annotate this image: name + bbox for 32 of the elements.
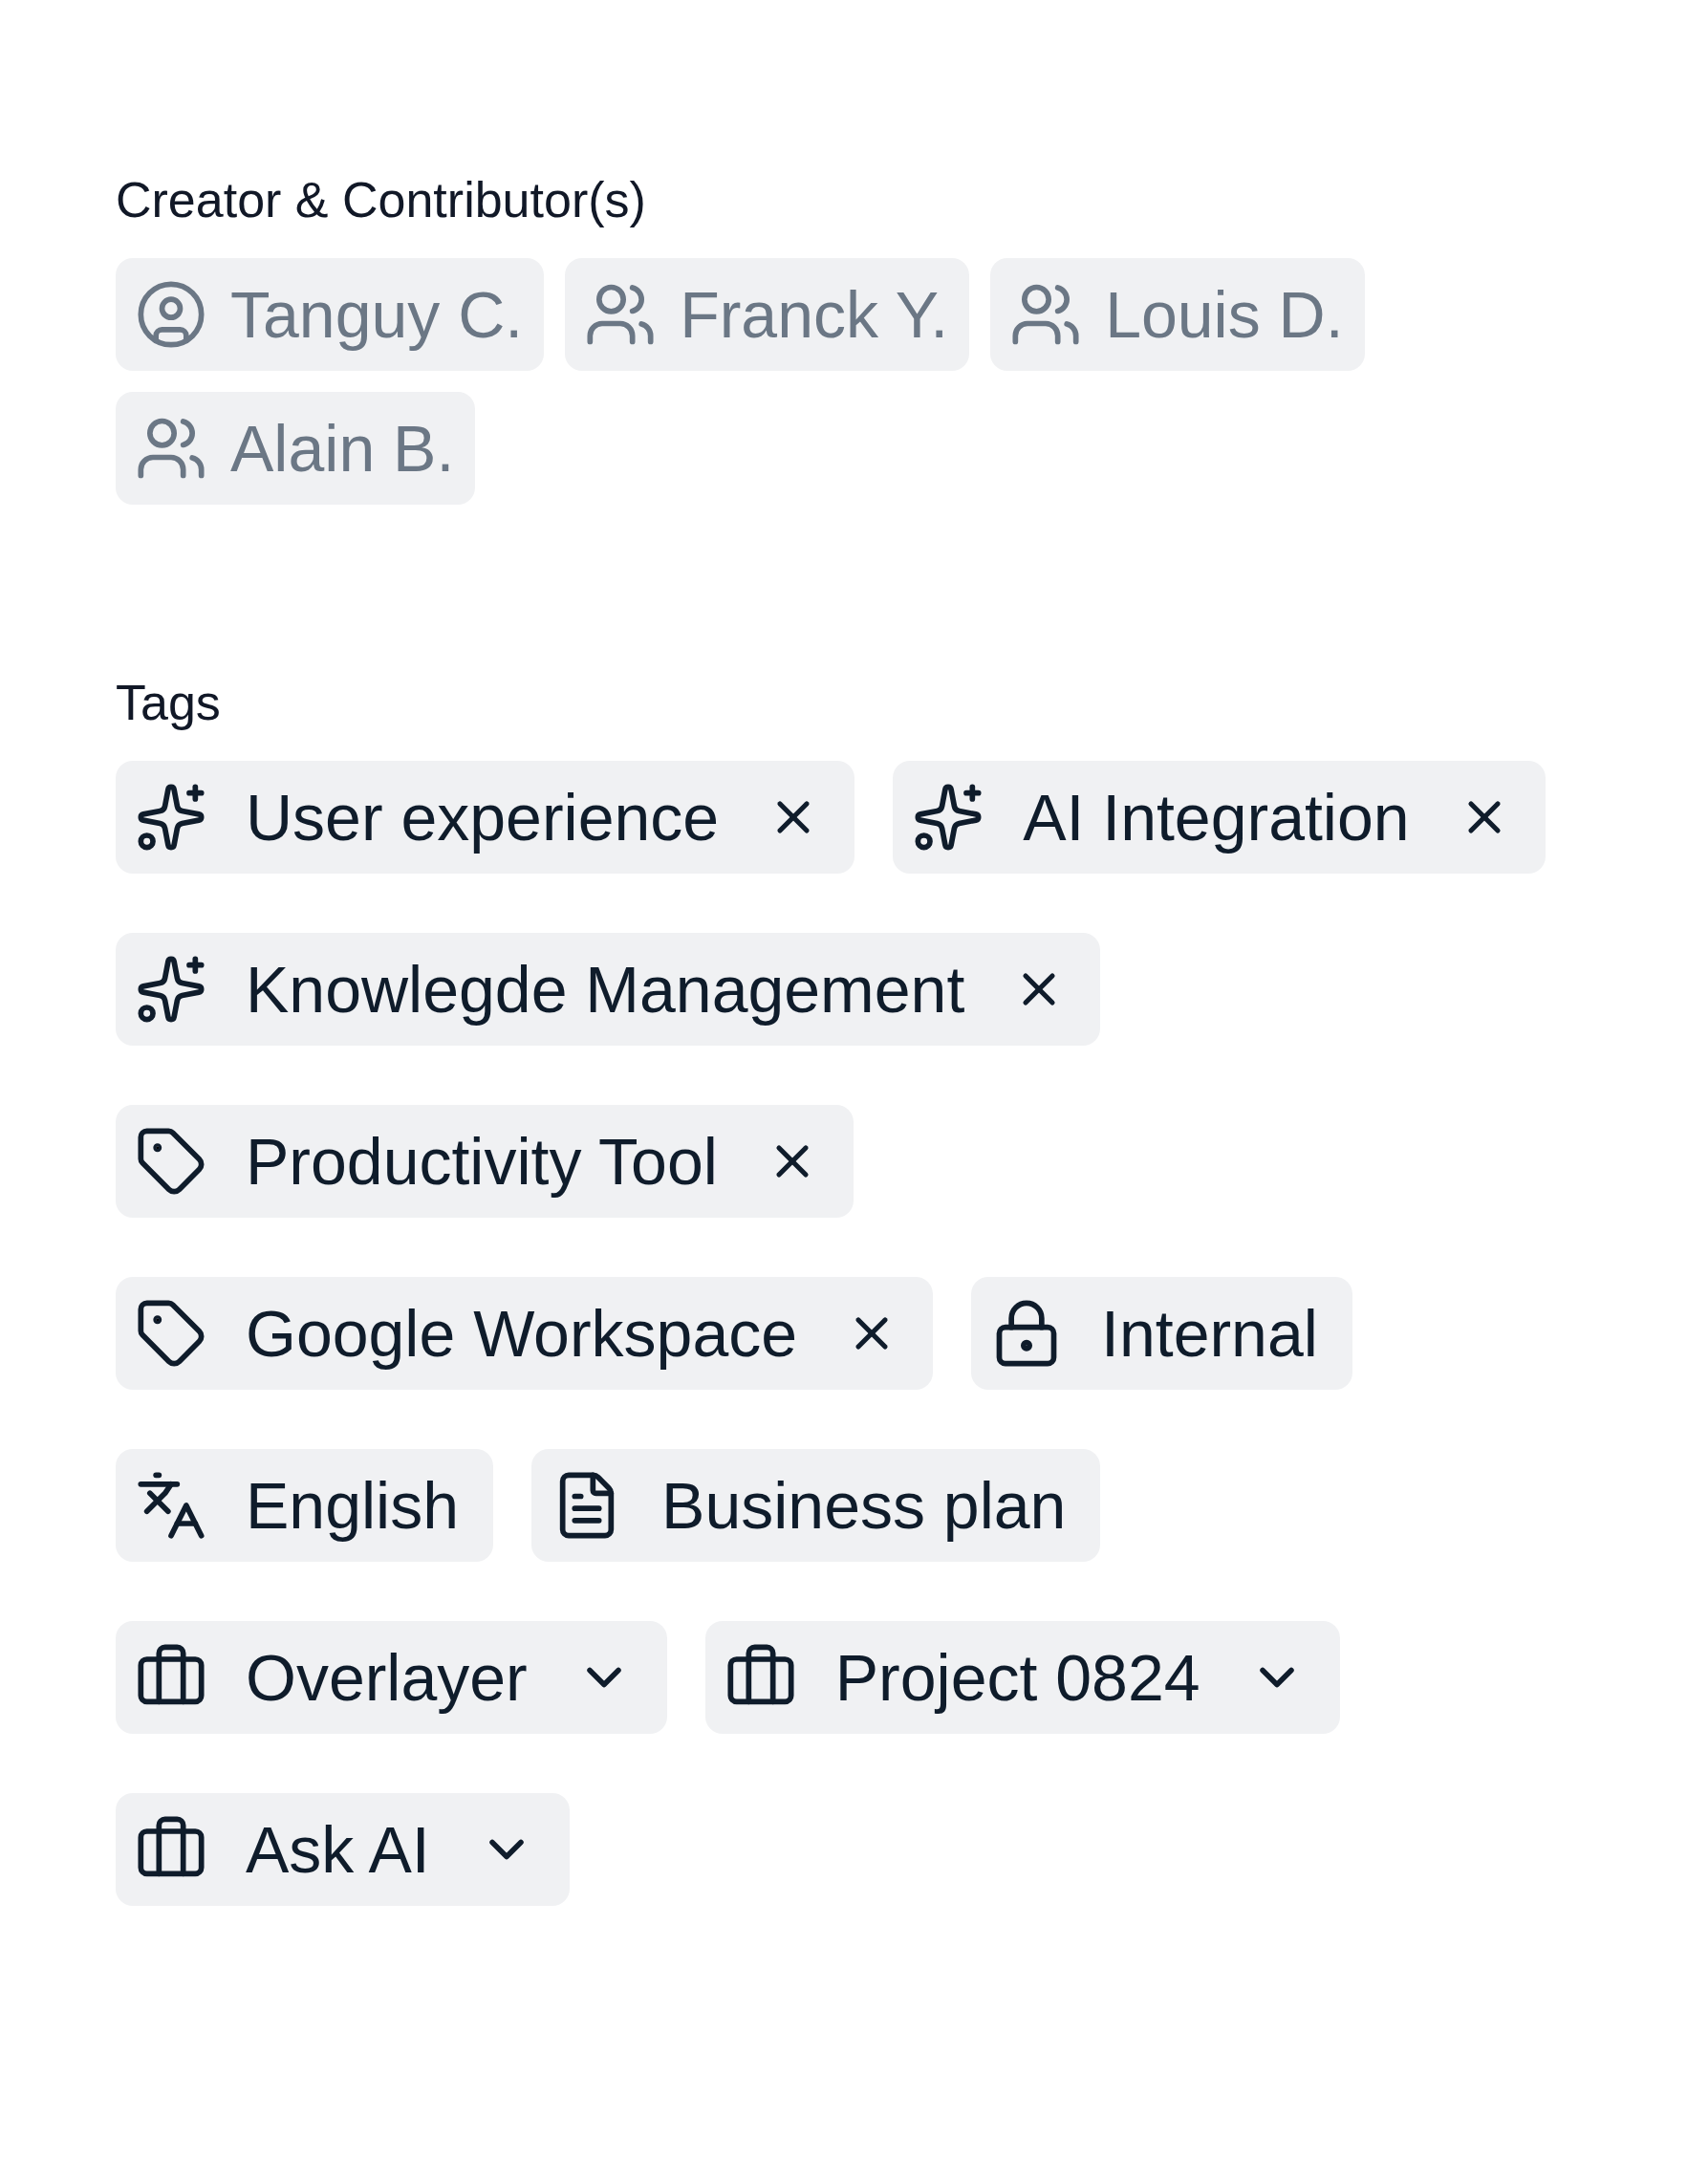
contributor-name: Franck Y. — [680, 279, 949, 350]
tag-label: Overlayer — [246, 1640, 528, 1715]
contributor-name: Tanguy C. — [230, 279, 524, 350]
tag-chip[interactable]: Ask AI — [116, 1793, 570, 1906]
contributor-chip[interactable]: Louis D. — [990, 258, 1365, 371]
tag-label: Ask AI — [246, 1812, 430, 1887]
tag-chip[interactable]: User experience — [116, 761, 855, 874]
tag-chip[interactable]: Google Workspace — [116, 1277, 934, 1390]
tag-label: Project 0824 — [834, 1640, 1200, 1715]
tag-chip[interactable]: Internal — [971, 1277, 1352, 1390]
tag-label: English — [246, 1468, 460, 1543]
tag-label: Google Workspace — [246, 1296, 798, 1371]
tag-chip[interactable]: AI Integration — [893, 761, 1546, 874]
tag-chip[interactable]: Knowlegde Management — [116, 933, 1101, 1046]
tag-label: Business plan — [661, 1468, 1067, 1543]
contributor-chip[interactable]: Tanguy C. — [116, 258, 545, 371]
tag-chip[interactable]: Project 0824 — [704, 1621, 1340, 1734]
tag-label: User experience — [246, 780, 720, 854]
contributor-chip[interactable]: Franck Y. — [565, 258, 970, 371]
section-heading: Tags — [116, 675, 222, 730]
section-heading: Creator & Contributor(s) — [116, 172, 647, 227]
tag-chip[interactable]: English — [116, 1449, 494, 1562]
tag-label: AI Integration — [1023, 780, 1410, 854]
tag-chip[interactable]: Overlayer — [116, 1621, 667, 1734]
tag-chip[interactable]: Productivity Tool — [116, 1105, 854, 1218]
tag-label: Knowlegde Management — [246, 952, 965, 1027]
contributor-name: Alain B. — [230, 413, 455, 484]
tag-label: Internal — [1101, 1296, 1318, 1371]
contributor-chip[interactable]: Alain B. — [116, 392, 476, 505]
contributor-name: Louis D. — [1105, 279, 1344, 350]
tag-label: Productivity Tool — [246, 1124, 718, 1199]
tag-chip[interactable]: Business plan — [531, 1449, 1101, 1562]
